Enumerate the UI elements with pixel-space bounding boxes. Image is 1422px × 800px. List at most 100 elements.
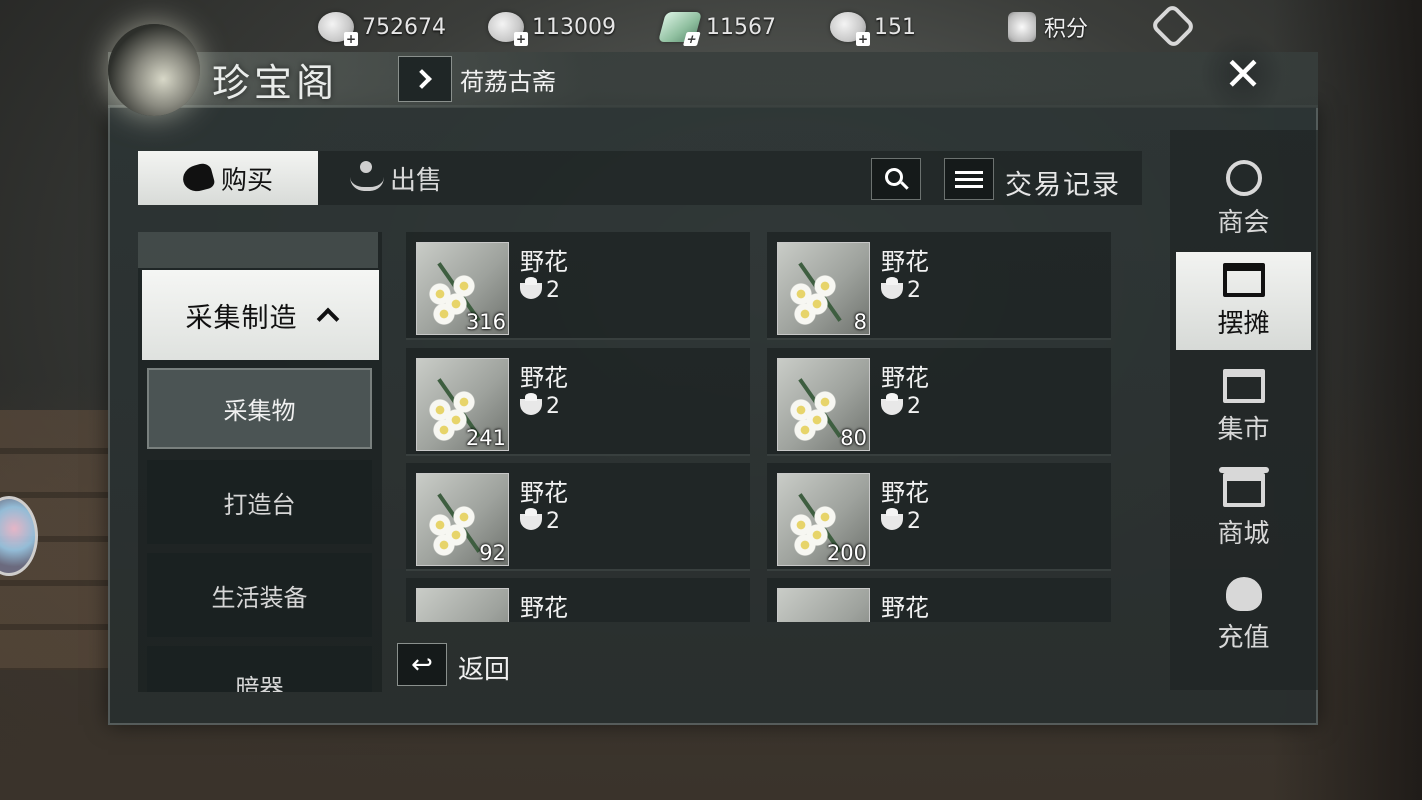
- item-quantity: 316: [465, 310, 506, 334]
- currency-jade[interactable]: + 11567: [657, 10, 776, 46]
- silver-ingot-icon: +: [488, 12, 528, 46]
- currency-value: 113009: [532, 14, 616, 40]
- category-sub-item[interactable]: 打造台: [147, 460, 372, 544]
- settings-icon[interactable]: [1149, 2, 1197, 50]
- score-label: 积分: [1044, 17, 1089, 42]
- nav-market[interactable]: 集市: [1176, 358, 1311, 456]
- nav-mall[interactable]: 商城: [1176, 462, 1311, 560]
- item-price-value: 2: [546, 394, 560, 419]
- item-quantity: 200: [826, 541, 867, 565]
- item-thumbnail: [416, 588, 509, 622]
- item-thumbnail: 8: [777, 242, 870, 335]
- category-sub-item[interactable]: 暗器: [147, 646, 372, 692]
- score-button[interactable]: 积分: [1008, 10, 1088, 44]
- item-quantity: 8: [853, 310, 867, 334]
- item-card[interactable]: 80 野花 2: [767, 348, 1111, 456]
- currency-value: 11567: [706, 14, 776, 40]
- category-sub-item[interactable]: 生活装备: [147, 553, 372, 637]
- trade-record-label[interactable]: 交易记录: [1005, 163, 1121, 202]
- item-thumbnail: 92: [416, 473, 509, 566]
- item-card[interactable]: 316 野花 2: [406, 232, 750, 340]
- item-thumbnail: 316: [416, 242, 509, 335]
- item-name: 野花: [520, 594, 568, 622]
- buy-icon: [180, 161, 216, 195]
- trade-record-button[interactable]: [944, 158, 994, 200]
- search-icon: [885, 168, 903, 186]
- currency-silver-ingot[interactable]: + 113009: [488, 10, 616, 46]
- item-quantity: 80: [840, 426, 867, 450]
- item-card[interactable]: 92 野花 2: [406, 463, 750, 571]
- mall-pavilion-icon: [1218, 466, 1269, 507]
- moon-emblem-icon: [108, 24, 200, 116]
- item-card[interactable]: 241 野花 2: [406, 348, 750, 456]
- item-card[interactable]: 野花: [406, 578, 750, 622]
- currency-value: 752674: [362, 14, 446, 40]
- item-thumbnail: [777, 588, 870, 622]
- nav-label: 充值: [1217, 622, 1270, 653]
- category-sub-selected[interactable]: 采集物: [147, 368, 372, 449]
- silver-ingot-icon: [520, 276, 542, 299]
- close-button[interactable]: ✕: [1198, 34, 1288, 114]
- item-price: 2: [520, 276, 560, 303]
- item-price-value: 2: [907, 394, 921, 419]
- sell-icon: [350, 161, 384, 191]
- item-price: 2: [881, 276, 921, 303]
- silver-coin-icon: +: [318, 12, 358, 46]
- item-quantity: 241: [465, 426, 506, 450]
- currency-silver-coin[interactable]: + 752674: [318, 10, 446, 46]
- category-main-label: 采集制造: [185, 302, 298, 334]
- item-name: 野花: [881, 594, 929, 622]
- item-name: 野花: [881, 479, 929, 507]
- silver-ingot-icon: [881, 392, 903, 415]
- market-icon: [1222, 368, 1265, 403]
- item-price-value: 2: [907, 509, 921, 534]
- guild-emblem-icon: [1225, 159, 1262, 196]
- location-switch-button[interactable]: [398, 56, 452, 102]
- item-card[interactable]: 野花: [767, 578, 1111, 622]
- silver-ingot-icon: [881, 276, 903, 299]
- back-button[interactable]: ↩: [397, 643, 447, 686]
- currency-gold-ingot[interactable]: + 151: [830, 10, 916, 46]
- silver-ingot-icon: [881, 507, 903, 530]
- tab-buy[interactable]: 购买: [138, 151, 318, 205]
- item-price: 2: [520, 392, 560, 419]
- item-price-value: 2: [546, 509, 560, 534]
- nav-guild[interactable]: 商会: [1176, 150, 1311, 248]
- category-main[interactable]: 采集制造: [142, 270, 379, 360]
- currency-value: 151: [874, 14, 916, 40]
- item-name: 野花: [881, 248, 929, 276]
- score-badge-icon: [1008, 12, 1036, 42]
- close-icon: ✕: [1223, 47, 1263, 101]
- nav-label: 商城: [1217, 518, 1270, 549]
- item-price: 2: [881, 392, 921, 419]
- tab-buy-label: 购买: [220, 165, 273, 196]
- item-card[interactable]: 8 野花 2: [767, 232, 1111, 340]
- chevron-up-icon: [316, 307, 339, 331]
- silver-ingot-icon: [520, 392, 542, 415]
- nav-label: 集市: [1217, 414, 1270, 445]
- nav-label: 摆摊: [1217, 308, 1270, 339]
- tab-sell[interactable]: 出售: [350, 151, 442, 205]
- item-grid[interactable]: 316 野花 2 8 野花 2 241 野花 2 80 野花 2 92 野花 2…: [406, 232, 1140, 622]
- item-card[interactable]: 200 野花 2: [767, 463, 1111, 571]
- item-name: 野花: [520, 364, 568, 392]
- page-title: 珍宝阁: [212, 61, 339, 105]
- nav-stall[interactable]: 摆摊: [1176, 252, 1311, 350]
- silver-ingot-icon: [520, 507, 542, 530]
- item-thumbnail: 200: [777, 473, 870, 566]
- search-button[interactable]: [871, 158, 921, 200]
- category-list-top: [138, 232, 378, 268]
- tab-sell-label: 出售: [390, 165, 443, 196]
- item-price: 2: [520, 507, 560, 534]
- item-price: 2: [881, 507, 921, 534]
- item-name: 野花: [520, 248, 568, 276]
- location-name: 荷荔古斋: [460, 68, 556, 96]
- item-quantity: 92: [479, 541, 506, 565]
- item-name: 野花: [520, 479, 568, 507]
- item-price-value: 2: [546, 278, 560, 303]
- nav-recharge[interactable]: 充值: [1176, 566, 1311, 664]
- jade-icon: +: [657, 12, 703, 46]
- back-label[interactable]: 返回: [458, 649, 510, 686]
- item-thumbnail: 80: [777, 358, 870, 451]
- item-price-value: 2: [907, 278, 921, 303]
